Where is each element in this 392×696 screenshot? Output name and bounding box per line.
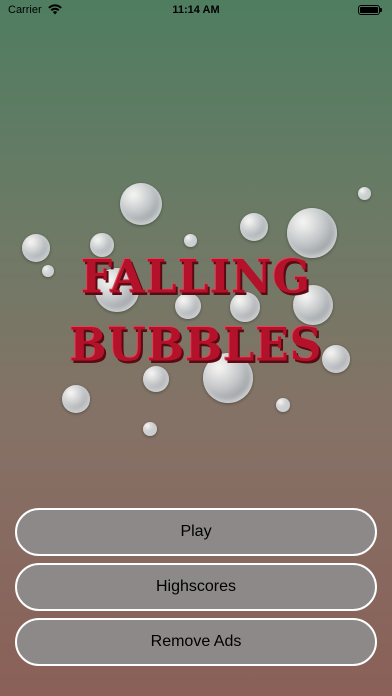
bubble <box>62 385 90 413</box>
play-button[interactable]: Play <box>15 508 377 556</box>
status-time: 11:14 AM <box>172 4 220 16</box>
battery-icon <box>358 5 382 15</box>
bubble <box>120 183 162 225</box>
bubble <box>358 187 371 200</box>
bubble <box>240 213 268 241</box>
status-bar: Carrier 11:14 AM <box>0 0 392 22</box>
bubble <box>276 398 290 412</box>
logo-title-line2: BUBBLES <box>69 318 323 373</box>
logo-title-line1: FALLING <box>80 250 312 305</box>
bubble <box>184 234 197 247</box>
highscores-button[interactable]: Highscores <box>15 563 377 611</box>
bubble <box>143 422 157 436</box>
remove-ads-button[interactable]: Remove Ads <box>15 618 377 666</box>
